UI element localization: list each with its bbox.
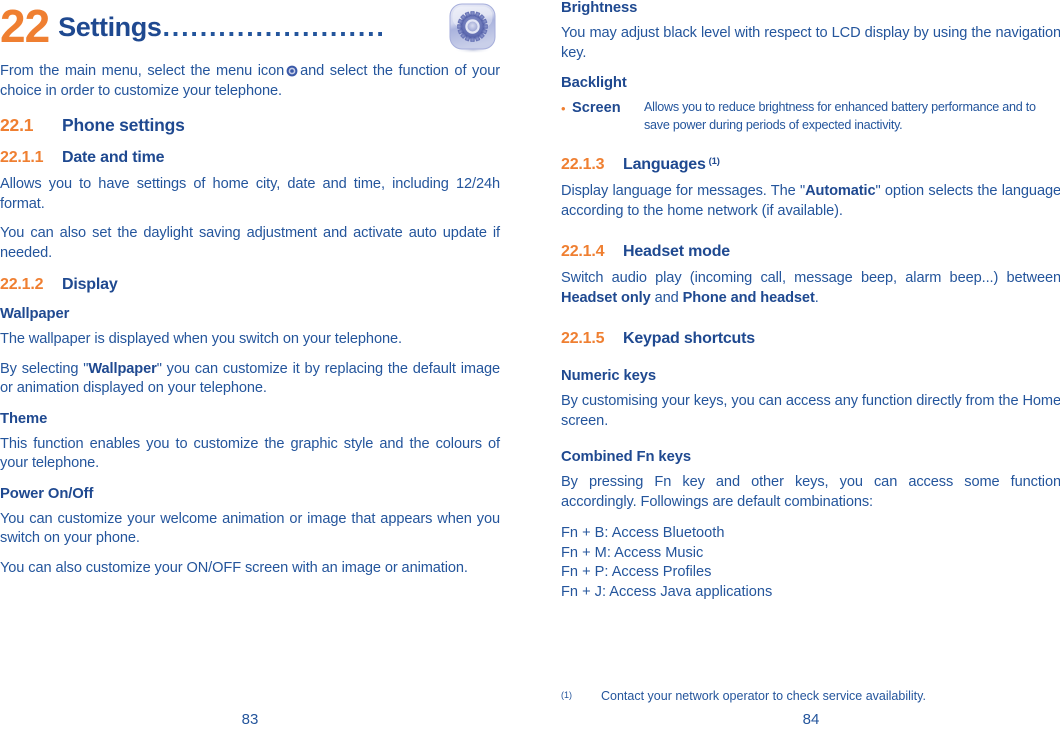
power-paragraph-2: You can also customize your ON/OFF scree… — [0, 559, 468, 576]
heading-combined-fn-keys: Combined Fn keys — [561, 449, 691, 465]
heading-label: Display — [62, 276, 118, 293]
wallpaper-paragraph-1: The wallpaper is displayed when you swit… — [0, 331, 402, 347]
headset-bold-term-1: Headset only — [561, 289, 651, 306]
heading-date-and-time: 22.1.1 Date and time — [0, 149, 500, 167]
wallpaper-bold-term: Wallpaper — [88, 360, 157, 377]
brightness-paragraph-1: You may adjust black level with respect … — [561, 25, 1060, 61]
intro-text-before: From the main menu, select the menu icon — [0, 63, 285, 79]
menu-gear-icon — [286, 64, 298, 77]
headset-text-end: . — [814, 289, 819, 306]
wallpaper-paragraph-2: By selecting "Wallpaper" you can customi… — [0, 360, 500, 399]
chapter-title: Settings — [58, 12, 162, 42]
wallpaper-text-a: By selecting " — [0, 360, 89, 377]
combined-paragraph-1: By pressing Fn key and other keys, you c… — [561, 474, 1060, 510]
heading-number: 22.1.1 — [0, 149, 44, 166]
heading-keypad-shortcuts: 22.1.5 Keypad shortcuts — [561, 330, 1060, 348]
heading-number: 22.1.5 — [561, 330, 605, 347]
date-time-paragraph-2: You can also set the daylight saving adj… — [0, 225, 500, 261]
bullet-text-screen: Allows you to reduce brightness for enha… — [644, 100, 1036, 132]
chapter-number: 22 — [0, 0, 50, 52]
headset-paragraph-1: Switch audio play (incoming call, messag… — [561, 269, 1060, 308]
heading-power-on-off: Power On/Off — [0, 485, 94, 502]
bullet-label-screen: Screen — [572, 100, 621, 116]
footnote-text: Contact your network operator to check s… — [601, 689, 926, 703]
heading-label: Phone settings — [62, 115, 185, 135]
heading-number: 22.1.3 — [561, 156, 605, 173]
headset-bold-term-2: Phone and headset — [682, 289, 815, 306]
page-number-right: 84 — [802, 711, 820, 728]
heading-brightness: Brightness — [561, 0, 638, 16]
heading-theme: Theme — [0, 410, 48, 427]
heading-number: 22.1.2 — [0, 276, 44, 293]
languages-paragraph-1: Display language for messages. The "Auto… — [561, 182, 1060, 221]
right-page: Brightness You may adjust black level wi… — [561, 0, 1060, 730]
date-time-paragraph-1: Allows you to have settings of home city… — [0, 176, 500, 212]
footnote-reference: (1) — [708, 156, 720, 167]
heading-wallpaper: Wallpaper — [0, 306, 70, 322]
intro-paragraph: From the main menu, select the menu icon… — [0, 62, 500, 101]
left-page: 22 Settings ........................ Fro… — [0, 0, 500, 730]
bullet-dot-icon: • — [561, 101, 566, 116]
heading-phone-settings: 22.1 Phone settings — [0, 115, 500, 136]
languages-bold-term: Automatic — [805, 183, 876, 199]
heading-headset-mode: 22.1.4 Headset mode — [561, 243, 1060, 261]
numeric-paragraph-1: By customising your keys, you can access… — [561, 393, 1060, 429]
footnote-mark: (1) — [561, 690, 572, 700]
heading-backlight: Backlight — [561, 75, 627, 91]
heading-label: Keypad shortcuts — [623, 330, 755, 347]
fn-key-combination-list: Fn + B: Access Bluetooth Fn + M: Access … — [561, 525, 773, 600]
backlight-bullet-screen: • Screen Allows you to reduce brightness… — [561, 99, 1060, 134]
heading-label: Headset mode — [623, 243, 730, 260]
chapter-title-wrap: Settings ........................ — [58, 0, 438, 43]
languages-text-a: Display language for messages. The " — [561, 183, 806, 199]
chapter-header: 22 Settings ........................ — [0, 0, 500, 62]
heading-number: 22.1.4 — [561, 243, 605, 260]
headset-text-a: Switch audio play (incoming call, messag… — [561, 270, 1060, 286]
heading-number: 22.1 — [0, 115, 34, 135]
theme-paragraph-1: This function enables you to customize t… — [0, 435, 500, 472]
heading-label: Languages — [623, 156, 706, 173]
dot-leader: ........................ — [162, 12, 386, 42]
heading-languages: 22.1.3 Languages (1) — [561, 156, 1060, 174]
page-number-left: 83 — [241, 711, 259, 728]
power-paragraph-1: You can customize your welcome animation… — [0, 510, 500, 547]
settings-gear-icon — [446, 2, 500, 56]
heading-numeric-keys: Numeric keys — [561, 368, 657, 384]
heading-display: 22.1.2 Display — [0, 276, 500, 294]
headset-text-mid: and — [650, 289, 683, 306]
footnote: (1) Contact your network operator to che… — [561, 688, 1060, 704]
heading-label: Date and time — [62, 149, 165, 166]
